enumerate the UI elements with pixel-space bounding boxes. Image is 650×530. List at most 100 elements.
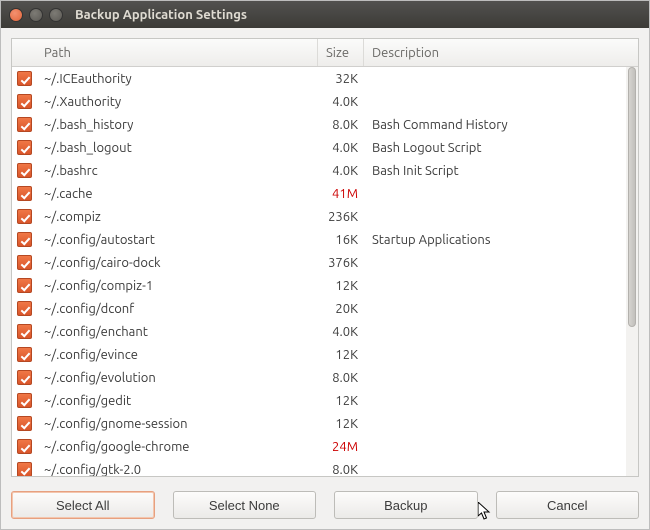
row-size: 16K	[318, 233, 364, 247]
maximize-icon[interactable]	[49, 8, 63, 22]
checkbox-icon[interactable]	[17, 439, 32, 454]
table-row[interactable]: ~/.config/cairo-dock376K	[12, 251, 638, 274]
row-checkbox-cell	[12, 462, 36, 476]
window-title: Backup Application Settings	[75, 8, 247, 22]
table-row[interactable]: ~/.config/gtk-2.08.0K	[12, 458, 638, 476]
row-path: ~/.config/gtk-2.0	[36, 463, 318, 477]
table-row[interactable]: ~/.config/autostart16KStartup Applicatio…	[12, 228, 638, 251]
table-row[interactable]: ~/.cache41M	[12, 182, 638, 205]
checkbox-icon[interactable]	[17, 255, 32, 270]
row-path: ~/.Xauthority	[36, 95, 318, 109]
select-all-button[interactable]: Select All	[11, 491, 155, 519]
table-row[interactable]: ~/.ICEauthority32K	[12, 67, 638, 90]
row-size: 12K	[318, 279, 364, 293]
table-row[interactable]: ~/.config/dconf20K	[12, 297, 638, 320]
row-size: 4.0K	[318, 95, 364, 109]
column-description[interactable]: Description	[364, 39, 638, 66]
checkbox-icon[interactable]	[17, 324, 32, 339]
row-checkbox-cell	[12, 347, 36, 362]
row-path: ~/.config/autostart	[36, 233, 318, 247]
row-path: ~/.cache	[36, 187, 318, 201]
row-checkbox-cell	[12, 94, 36, 109]
column-path[interactable]: Path	[36, 39, 318, 66]
table-row[interactable]: ~/.config/compiz-112K	[12, 274, 638, 297]
close-icon[interactable]	[9, 8, 23, 22]
button-row: Select All Select None Backup Cancel	[1, 483, 649, 529]
checkbox-icon[interactable]	[17, 393, 32, 408]
row-path: ~/.config/compiz-1	[36, 279, 318, 293]
list-header: Path Size Description	[12, 39, 638, 67]
row-size: 8.0K	[318, 371, 364, 385]
scrollbar-vertical[interactable]	[626, 67, 638, 476]
checkbox-icon[interactable]	[17, 370, 32, 385]
row-path: ~/.config/gnome-session	[36, 417, 318, 431]
checkbox-icon[interactable]	[17, 347, 32, 362]
table-row[interactable]: ~/.bash_history8.0KBash Command History	[12, 113, 638, 136]
row-checkbox-cell	[12, 186, 36, 201]
table-row[interactable]: ~/.config/evince12K	[12, 343, 638, 366]
row-path: ~/.bashrc	[36, 164, 318, 178]
row-size: 12K	[318, 394, 364, 408]
row-size: 8.0K	[318, 463, 364, 477]
table-row[interactable]: ~/.config/gnome-session12K	[12, 412, 638, 435]
row-description: Bash Logout Script	[364, 141, 638, 155]
table-row[interactable]: ~/.config/evolution8.0K	[12, 366, 638, 389]
row-path: ~/.ICEauthority	[36, 72, 318, 86]
checkbox-icon[interactable]	[17, 209, 32, 224]
row-size: 8.0K	[318, 118, 364, 132]
table-row[interactable]: ~/.config/google-chrome24M	[12, 435, 638, 458]
column-check[interactable]	[12, 39, 36, 66]
row-checkbox-cell	[12, 393, 36, 408]
row-size: 12K	[318, 417, 364, 431]
checkbox-icon[interactable]	[17, 278, 32, 293]
list-body: ~/.ICEauthority32K~/.Xauthority4.0K~/.ba…	[12, 67, 638, 476]
table-row[interactable]: ~/.bash_logout4.0KBash Logout Script	[12, 136, 638, 159]
scroll-thumb[interactable]	[628, 67, 636, 327]
checkbox-icon[interactable]	[17, 186, 32, 201]
row-checkbox-cell	[12, 117, 36, 132]
checkbox-icon[interactable]	[17, 232, 32, 247]
checkbox-icon[interactable]	[17, 140, 32, 155]
checkbox-icon[interactable]	[17, 301, 32, 316]
row-size: 376K	[318, 256, 364, 270]
table-row[interactable]: ~/.compiz236K	[12, 205, 638, 228]
table-row[interactable]: ~/.config/enchant4.0K	[12, 320, 638, 343]
row-path: ~/.config/evolution	[36, 371, 318, 385]
row-description: Bash Command History	[364, 118, 638, 132]
row-checkbox-cell	[12, 324, 36, 339]
checkbox-icon[interactable]	[17, 71, 32, 86]
select-none-button[interactable]: Select None	[173, 491, 317, 519]
file-list: Path Size Description ~/.ICEauthority32K…	[11, 38, 639, 477]
row-size: 32K	[318, 72, 364, 86]
row-checkbox-cell	[12, 71, 36, 86]
row-size: 236K	[318, 210, 364, 224]
content-area: Path Size Description ~/.ICEauthority32K…	[1, 28, 649, 483]
column-size[interactable]: Size	[318, 39, 364, 66]
row-size: 12K	[318, 348, 364, 362]
table-row[interactable]: ~/.Xauthority4.0K	[12, 90, 638, 113]
checkbox-icon[interactable]	[17, 94, 32, 109]
checkbox-icon[interactable]	[17, 117, 32, 132]
app-window: Backup Application Settings Path Size De…	[0, 0, 650, 530]
checkbox-icon[interactable]	[17, 416, 32, 431]
checkbox-icon[interactable]	[17, 462, 32, 476]
row-checkbox-cell	[12, 416, 36, 431]
row-size: 4.0K	[318, 164, 364, 178]
row-path: ~/.config/dconf	[36, 302, 318, 316]
minimize-icon[interactable]	[29, 8, 43, 22]
row-path: ~/.config/evince	[36, 348, 318, 362]
backup-button[interactable]: Backup	[334, 491, 478, 519]
row-path: ~/.config/cairo-dock	[36, 256, 318, 270]
table-row[interactable]: ~/.bashrc4.0KBash Init Script	[12, 159, 638, 182]
row-description: Bash Init Script	[364, 164, 638, 178]
cancel-button[interactable]: Cancel	[496, 491, 640, 519]
row-path: ~/.bash_history	[36, 118, 318, 132]
row-size: 20K	[318, 302, 364, 316]
row-checkbox-cell	[12, 301, 36, 316]
row-size: 41M	[318, 187, 364, 201]
row-checkbox-cell	[12, 140, 36, 155]
checkbox-icon[interactable]	[17, 163, 32, 178]
row-path: ~/.compiz	[36, 210, 318, 224]
row-path: ~/.config/enchant	[36, 325, 318, 339]
table-row[interactable]: ~/.config/gedit12K	[12, 389, 638, 412]
